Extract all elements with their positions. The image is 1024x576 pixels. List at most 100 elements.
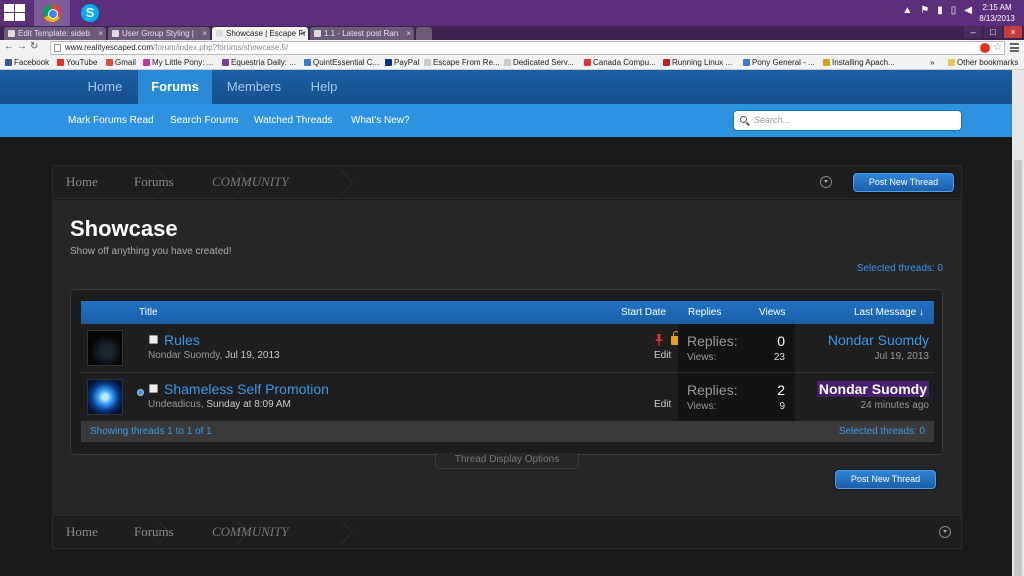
post-new-thread-button-top[interactable]: Post New Thread <box>853 173 954 192</box>
last-message-user[interactable]: Nondar Suomdy <box>828 332 929 348</box>
breadcrumb-home[interactable]: Home <box>66 166 98 198</box>
taskbar-skype[interactable]: S <box>72 0 108 26</box>
nav-tab-home[interactable]: Home <box>76 70 134 104</box>
selected-threads-footer-link[interactable]: Selected threads: 0 <box>839 421 925 442</box>
bookmark-gmail[interactable]: Gmail <box>105 56 136 70</box>
watched-threads-link[interactable]: Watched Threads <box>254 104 332 137</box>
selected-threads-link[interactable]: Selected threads: 0 <box>857 263 943 274</box>
thread-checkbox[interactable] <box>149 335 158 344</box>
breadcrumb-community[interactable]: COMMUNITY <box>212 166 289 198</box>
bookmark-dedicated[interactable]: Dedicated Serv... <box>503 56 574 70</box>
sticky-pin-icon <box>655 334 663 346</box>
whats-new-link[interactable]: What's New? <box>351 104 410 137</box>
taskbar-chrome[interactable] <box>34 0 70 26</box>
edit-link[interactable]: Edit <box>654 350 671 361</box>
tab-title: User Group Styling | <box>122 29 194 38</box>
scrollbar-thumb[interactable] <box>1014 160 1022 576</box>
minimize-icon[interactable]: – <box>964 26 982 38</box>
breadcrumb-forums[interactable]: Forums <box>134 516 174 548</box>
maximize-icon[interactable]: □ <box>984 26 1002 38</box>
thread-author[interactable]: Nondar Suomdy, <box>148 350 222 361</box>
thread-start-date[interactable]: Sunday at 8:09 AM <box>206 399 291 410</box>
post-new-thread-button-bottom[interactable]: Post New Thread <box>835 470 936 489</box>
bookmark-facebook[interactable]: Facebook <box>4 56 49 70</box>
avatar[interactable] <box>87 330 123 366</box>
browser-tab[interactable]: 1.1 - Latest post Ran × <box>310 27 414 40</box>
close-window-icon[interactable]: × <box>1004 26 1022 38</box>
bookmark-canada[interactable]: Canada Compu... <box>583 56 656 70</box>
network-icon[interactable]: ▮ <box>937 5 943 16</box>
battery-icon[interactable]: ▯ <box>951 5 957 16</box>
thread-checkbox[interactable] <box>149 384 158 393</box>
bookmarks-overflow-icon[interactable]: » <box>930 56 934 70</box>
col-start-date[interactable]: Start Date <box>621 301 666 324</box>
search-input[interactable]: Search... <box>733 110 962 131</box>
forward-icon[interactable]: → <box>17 41 30 52</box>
thread-title-link[interactable]: Shameless Self Promotion <box>164 381 329 397</box>
bookmark-linux[interactable]: Running Linux ... <box>662 56 732 70</box>
bookmark-quintessential[interactable]: QuintEssential C... <box>303 56 379 70</box>
col-title[interactable]: Title <box>139 301 158 324</box>
thread-display-options-toggle[interactable]: Thread Display Options <box>435 453 579 469</box>
col-views[interactable]: Views <box>759 301 786 324</box>
bookmark-apache[interactable]: Installing Apach... <box>822 56 895 70</box>
browser-tab[interactable]: Edit Template: sideb × <box>4 27 106 40</box>
thread-start-date[interactable]: Jul 19, 2013 <box>225 350 280 361</box>
tab-close-icon[interactable]: × <box>202 27 207 40</box>
breadcrumb-community[interactable]: COMMUNITY <box>212 516 289 548</box>
windows-start-icon[interactable] <box>4 4 26 22</box>
equestria-icon <box>222 59 229 66</box>
nav-tab-members[interactable]: Members <box>215 70 293 104</box>
bookmark-star-icon[interactable]: ☆ <box>993 42 1002 54</box>
browser-tab[interactable]: User Group Styling | × <box>108 27 210 40</box>
thread-list-header: Title Start Date Replies Views Last Mess… <box>81 301 934 324</box>
col-replies[interactable]: Replies <box>688 301 721 324</box>
bookmark-mlp[interactable]: My Little Pony: ... <box>142 56 213 70</box>
breadcrumb-forums[interactable]: Forums <box>134 166 174 198</box>
tab-favicon <box>112 30 119 37</box>
edit-link[interactable]: Edit <box>654 399 671 410</box>
tab-close-icon[interactable]: × <box>406 27 411 40</box>
reload-icon[interactable]: ↻ <box>30 41 41 52</box>
browser-tab-strip: Edit Template: sideb × User Group Stylin… <box>0 26 1024 40</box>
tab-favicon <box>8 30 15 37</box>
mark-forums-read-link[interactable]: Mark Forums Read <box>68 104 154 137</box>
breadcrumb-home[interactable]: Home <box>66 516 98 548</box>
tray-arrow-icon[interactable]: ▲ <box>902 5 912 16</box>
volume-icon[interactable]: ◀ <box>964 5 972 16</box>
apache-icon <box>823 59 830 66</box>
jump-menu-icon[interactable] <box>939 526 951 538</box>
tab-close-icon[interactable]: × <box>300 27 305 40</box>
bookmark-equestria-daily[interactable]: Equestria Daily: ... <box>221 56 296 70</box>
flag-icon[interactable]: ⚑ <box>920 5 929 16</box>
last-message-user[interactable]: Nondar Suomdy <box>816 381 929 397</box>
new-tab-button[interactable] <box>416 27 432 40</box>
address-bar[interactable]: www.realityescaped.com/forum/index.php?f… <box>50 41 1005 55</box>
thread-author[interactable]: Undeadicus, <box>148 399 204 410</box>
last-message-date[interactable]: 24 minutes ago <box>861 400 929 411</box>
last-message-date[interactable]: Jul 19, 2013 <box>875 351 930 362</box>
thread-title-link[interactable]: Rules <box>164 332 200 348</box>
thread-stats: Replies: 0 Views: 23 <box>678 324 795 372</box>
col-last-message[interactable]: Last Message ↓ <box>854 301 924 324</box>
tab-close-icon[interactable]: × <box>98 27 103 40</box>
back-icon[interactable]: ← <box>4 41 17 52</box>
bookmark-paypal[interactable]: PayPal <box>384 56 419 70</box>
search-forums-link[interactable]: Search Forums <box>170 104 238 137</box>
bookmark-pony-general[interactable]: Pony General - ... <box>742 56 815 70</box>
chrome-menu-icon[interactable] <box>1010 43 1019 52</box>
avatar[interactable] <box>87 379 123 415</box>
page-scrollbar[interactable] <box>1012 70 1024 576</box>
bookmark-youtube[interactable]: YouTube <box>56 56 97 70</box>
unread-indicator-icon[interactable] <box>137 389 144 396</box>
bookmark-escape[interactable]: Escape From Re... <box>423 56 500 70</box>
browser-tab-active[interactable]: Showcase | Escape Fr × <box>212 27 308 40</box>
thread-list-footer: Showing threads 1 to 1 of 1 Selected thr… <box>81 421 934 442</box>
nav-tab-help[interactable]: Help <box>298 70 350 104</box>
extension-icon[interactable] <box>980 43 990 53</box>
system-clock[interactable]: 2:15 AM 8/13/2013 <box>974 2 1020 24</box>
other-bookmarks[interactable]: Other bookmarks <box>947 56 1018 70</box>
chrome-icon <box>43 4 61 22</box>
nav-tab-forums[interactable]: Forums <box>138 70 212 104</box>
jump-menu-icon[interactable] <box>820 176 832 188</box>
